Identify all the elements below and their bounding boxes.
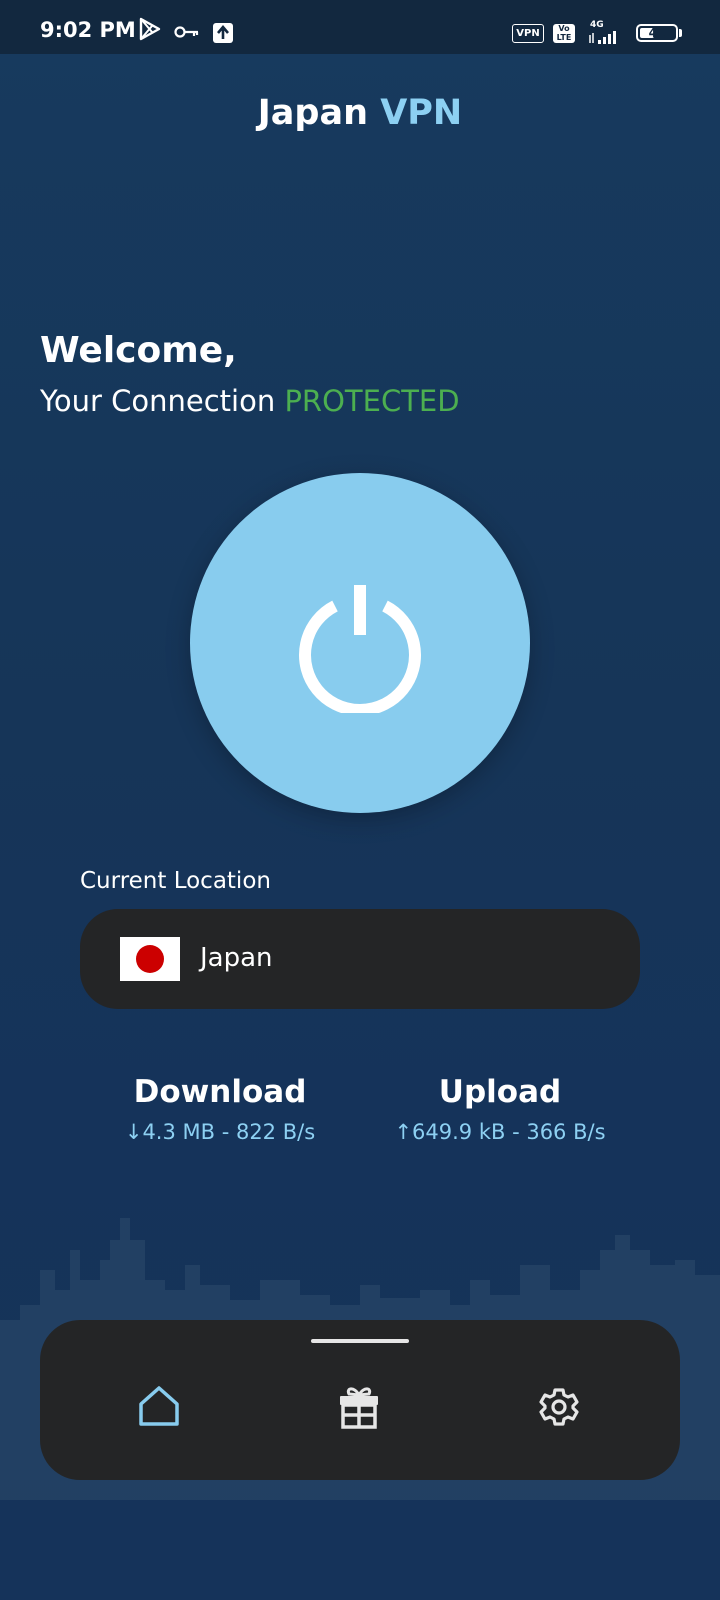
connection-status-line: Your Connection PROTECTED bbox=[40, 384, 460, 418]
play-store-icon bbox=[139, 17, 161, 45]
volte-badge: Vo LTE bbox=[553, 24, 575, 43]
gift-icon bbox=[340, 1387, 378, 1429]
current-location-label: Current Location bbox=[80, 868, 271, 894]
upload-title: Upload bbox=[438, 1074, 562, 1110]
japan-flag-icon bbox=[120, 937, 180, 981]
status-bar: 9:02 PM VPN Vo LTE 4G 41 bbox=[0, 0, 720, 54]
nav-gift[interactable] bbox=[334, 1382, 384, 1432]
volte-top-label: Vo bbox=[558, 24, 570, 33]
upload-icon bbox=[212, 22, 234, 48]
download-value: ↓4.3 MB - 822 B/s bbox=[124, 1120, 316, 1144]
welcome-heading: Welcome, bbox=[40, 330, 237, 371]
upload-value: ↑649.9 kB - 366 B/s bbox=[394, 1120, 606, 1144]
location-selector[interactable]: Japan bbox=[80, 909, 640, 1009]
nav-drag-handle[interactable] bbox=[311, 1339, 409, 1343]
key-icon bbox=[174, 24, 200, 43]
app-title-accent: VPN bbox=[380, 93, 463, 133]
flag-sun bbox=[136, 945, 164, 973]
signal-icon bbox=[588, 29, 626, 49]
status-time: 9:02 PM bbox=[40, 18, 136, 42]
connection-prefix: Your Connection bbox=[40, 384, 276, 418]
location-country: Japan bbox=[200, 943, 273, 973]
home-icon bbox=[139, 1386, 179, 1426]
volte-bottom-label: LTE bbox=[556, 33, 572, 42]
bottom-navigation bbox=[40, 1320, 680, 1480]
gear-icon bbox=[539, 1388, 579, 1426]
battery-cap bbox=[679, 29, 682, 37]
power-icon bbox=[299, 585, 421, 713]
app-title: Japan VPN bbox=[0, 93, 720, 133]
battery-level: 41 bbox=[648, 26, 666, 40]
nav-settings[interactable] bbox=[534, 1382, 584, 1432]
download-title: Download bbox=[133, 1074, 307, 1110]
power-button[interactable] bbox=[190, 473, 530, 813]
connection-status: PROTECTED bbox=[284, 384, 460, 418]
nav-home[interactable] bbox=[134, 1382, 184, 1432]
vpn-status-badge: VPN bbox=[512, 24, 544, 43]
download-stat: Download ↓4.3 MB - 822 B/s bbox=[90, 1074, 350, 1144]
battery-icon: 41 bbox=[636, 24, 678, 42]
upload-stat: Upload ↑649.9 kB - 366 B/s bbox=[370, 1074, 630, 1144]
app-title-main: Japan bbox=[257, 93, 368, 133]
bottom-background bbox=[0, 1500, 720, 1600]
